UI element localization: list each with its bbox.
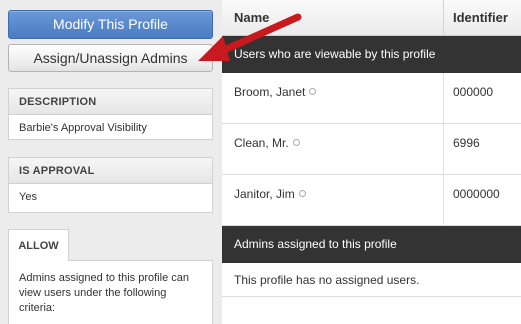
- user-identifier: 0000000: [453, 187, 500, 201]
- info-circle-icon[interactable]: [292, 139, 300, 146]
- row-divider: [443, 73, 444, 124]
- table-row[interactable]: Broom, Janet 000000: [222, 73, 521, 124]
- modify-profile-button[interactable]: Modify This Profile: [8, 10, 213, 39]
- admins-section-header: Admins assigned to this profile: [222, 226, 521, 263]
- column-header-name[interactable]: Name: [234, 0, 269, 36]
- allow-section: ALLOW Admins assigned to this profile ca…: [8, 229, 213, 324]
- approval-value: Yes: [19, 191, 37, 203]
- table-row[interactable]: Janitor, Jim 0000000: [222, 175, 521, 226]
- profile-sidebar: Modify This Profile Assign/Unassign Admi…: [0, 0, 222, 324]
- description-panel: DESCRIPTION Barbie's Approval Visibility: [8, 88, 213, 140]
- assign-admins-button[interactable]: Assign/Unassign Admins: [8, 44, 213, 72]
- description-heading: DESCRIPTION: [9, 89, 212, 115]
- column-header-identifier[interactable]: Identifier: [453, 0, 508, 36]
- approval-heading: IS APPROVAL: [9, 158, 212, 184]
- user-identifier: 6996: [453, 136, 480, 150]
- admins-empty-message: This profile has no assigned users.: [222, 263, 521, 297]
- user-name[interactable]: Janitor, Jim: [234, 187, 295, 201]
- allow-description: Admins assigned to this profile can view…: [8, 260, 213, 324]
- table-header: Name Identifier: [222, 0, 521, 36]
- table-row[interactable]: Clean, Mr. 6996: [222, 124, 521, 175]
- user-name[interactable]: Broom, Janet: [234, 85, 305, 99]
- row-divider: [443, 175, 444, 226]
- profile-users-table: Name Identifier Users who are viewable b…: [222, 0, 521, 324]
- column-divider: [443, 0, 444, 36]
- user-name[interactable]: Clean, Mr.: [234, 136, 289, 150]
- tab-allow[interactable]: ALLOW: [8, 229, 69, 261]
- row-divider: [443, 124, 444, 175]
- users-section-header: Users who are viewable by this profile: [222, 36, 521, 73]
- info-circle-icon[interactable]: [298, 190, 306, 197]
- info-circle-icon[interactable]: [309, 88, 317, 95]
- description-value: Barbie's Approval Visibility: [19, 122, 147, 134]
- user-identifier: 000000: [453, 85, 494, 99]
- approval-panel: IS APPROVAL Yes: [8, 157, 213, 213]
